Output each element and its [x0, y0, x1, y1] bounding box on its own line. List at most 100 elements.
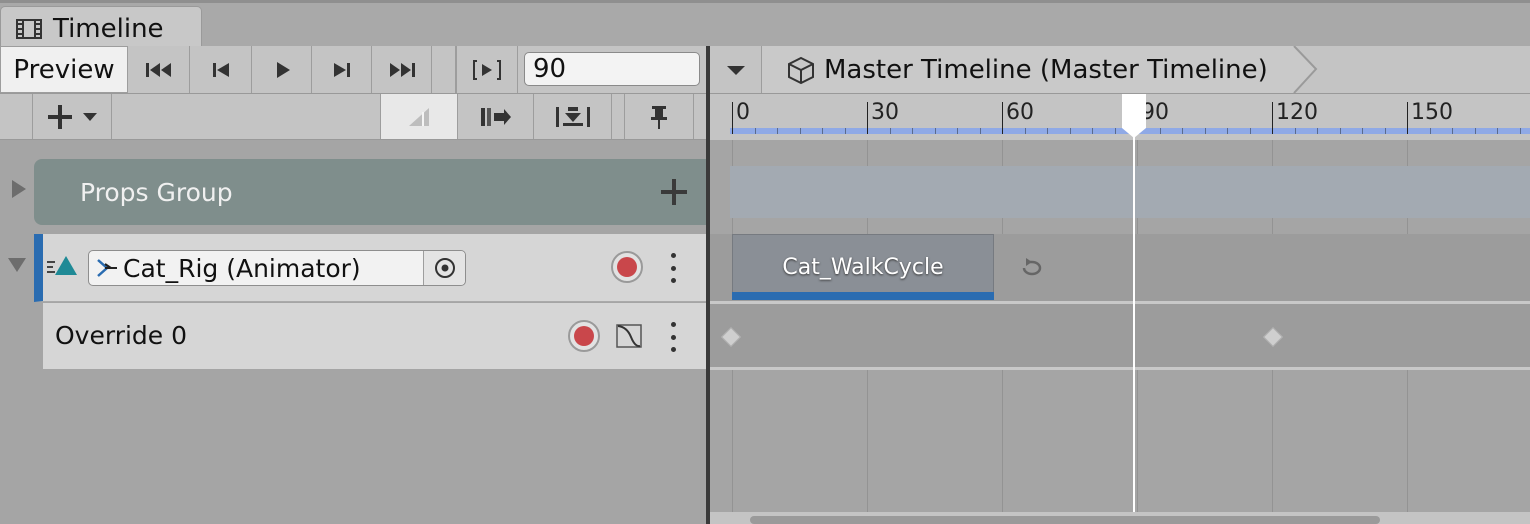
ruler-minor-tick — [777, 128, 778, 134]
record-icon — [617, 257, 637, 277]
keyframe-marker[interactable] — [1263, 327, 1283, 347]
ruler-minor-tick — [979, 128, 981, 134]
add-track-button[interactable] — [32, 94, 112, 139]
track-toolbar — [0, 94, 706, 140]
ruler-minor-tick — [844, 128, 846, 134]
left-footer — [0, 512, 706, 524]
ripple-mode-button[interactable] — [458, 94, 534, 139]
toolbar-spacer — [432, 46, 456, 93]
chevron-down-icon — [726, 65, 745, 75]
track-header-animation[interactable]: Cat_Rig (Animator) — [34, 234, 706, 302]
ruler-minor-tick — [1047, 128, 1048, 134]
animator-icon — [97, 259, 117, 277]
playhead-line — [1133, 94, 1135, 512]
ruler-minor-tick — [1227, 128, 1228, 134]
ripple-icon — [480, 107, 511, 126]
time-ruler[interactable]: 0 30 60 90 120 150 — [710, 94, 1530, 140]
play-range-button[interactable] — [456, 46, 518, 93]
go-to-end-button[interactable] — [372, 46, 432, 93]
ruler-minor-tick — [957, 128, 958, 134]
override-menu-kebab-icon[interactable] — [668, 322, 678, 352]
sequence-dropdown[interactable] — [710, 46, 762, 93]
insert-mode-button[interactable] — [534, 94, 612, 139]
ruler-minor-tick — [1497, 128, 1498, 134]
curves-icon[interactable] — [615, 323, 643, 349]
previous-frame-icon — [212, 62, 229, 77]
ruler-minor-tick — [1362, 128, 1363, 134]
ruler-minor-tick — [1114, 128, 1116, 134]
ruler-minor-tick — [1474, 128, 1476, 134]
ruler-minor-tick — [1204, 128, 1206, 134]
binding-label: Cat_Rig (Animator) — [123, 253, 361, 283]
breadcrumb-bar: Master Timeline (Master Timeline) — [710, 46, 1530, 94]
ruler-minor-tick — [1024, 128, 1026, 134]
timeline-window: Timeline Preview 90 Master Timeline (Mas… — [0, 0, 1530, 524]
record-button[interactable] — [611, 251, 643, 283]
pin-icon — [651, 105, 667, 129]
ruler-minor-tick — [1339, 128, 1341, 134]
breadcrumb[interactable]: Master Timeline (Master Timeline) — [762, 46, 1296, 93]
ruler-minor-tick — [822, 128, 823, 134]
snap-toggle[interactable] — [380, 94, 458, 139]
plus-icon[interactable] — [658, 176, 690, 208]
next-frame-button[interactable] — [312, 46, 372, 93]
chevron-down-icon — [83, 112, 97, 121]
override-label: Override 0 — [55, 321, 188, 350]
tab-timeline[interactable]: Timeline — [0, 6, 202, 50]
track-header-override[interactable]: Override 0 — [43, 303, 706, 369]
ruler-minor-tick — [1294, 128, 1296, 134]
target-icon — [434, 258, 455, 278]
play-button[interactable] — [252, 46, 312, 93]
group-content-strip — [730, 166, 1530, 218]
ruler-minor-tick — [912, 128, 913, 134]
preview-button[interactable]: Preview — [0, 46, 128, 93]
animation-clip[interactable]: Cat_WalkCycle — [732, 234, 994, 300]
next-frame-icon — [333, 62, 350, 77]
ruler-minor-tick — [1159, 128, 1161, 134]
go-to-start-button[interactable] — [128, 46, 190, 93]
expand-arrow-icon[interactable] — [8, 178, 30, 200]
playhead-handle[interactable] — [1121, 94, 1147, 140]
ruler-tick-label: 120 — [1276, 100, 1318, 125]
go-to-start-icon — [145, 62, 171, 77]
current-frame-field[interactable]: 90 — [524, 52, 700, 86]
track-binding-field[interactable]: Cat_Rig (Animator) — [88, 250, 466, 286]
ruler-major-tick — [1407, 102, 1408, 134]
ruler-minor-tick — [1069, 128, 1071, 134]
collapse-arrow-icon[interactable] — [6, 254, 28, 276]
override-record-button[interactable] — [568, 320, 600, 352]
breadcrumb-label: Master Timeline (Master Timeline) — [824, 54, 1268, 85]
ruler-tick-label: 150 — [1411, 100, 1453, 125]
scrollbar-thumb[interactable] — [750, 516, 1380, 524]
ruler-tick-label: 30 — [871, 100, 899, 125]
ruler-major-tick — [1002, 102, 1003, 134]
ruler-minor-tick — [1317, 128, 1318, 134]
ruler-minor-tick — [1182, 128, 1183, 134]
clip-selection-bar — [732, 292, 994, 300]
plus-icon — [48, 104, 72, 129]
go-to-end-icon — [389, 62, 415, 77]
override-track-lane[interactable] — [710, 304, 1530, 370]
horizontal-scrollbar[interactable] — [710, 512, 1530, 524]
play-icon — [276, 61, 290, 78]
tab-strip: Timeline — [0, 0, 1530, 50]
keyframe-marker[interactable] — [721, 327, 741, 347]
ruler-minor-tick — [799, 128, 801, 134]
ruler-minor-tick — [1092, 128, 1093, 134]
insert-icon — [555, 106, 590, 127]
ruler-tick-label: 0 — [736, 100, 750, 125]
film-icon — [16, 18, 42, 39]
pin-button[interactable] — [624, 94, 694, 139]
object-picker-button[interactable] — [423, 251, 465, 285]
track-menu-kebab-icon[interactable] — [668, 253, 678, 283]
record-icon — [574, 326, 594, 346]
track-group-props[interactable]: Props Group — [34, 159, 706, 225]
ruler-minor-tick — [1429, 128, 1431, 134]
clip-area[interactable]: Cat_WalkCycle — [710, 140, 1530, 512]
previous-frame-button[interactable] — [190, 46, 252, 93]
ruler-minor-tick — [934, 128, 936, 134]
play-range-icon — [473, 59, 501, 80]
playback-toolbar: Preview 90 — [0, 46, 706, 94]
ruler-major-tick — [732, 102, 733, 134]
ruler-minor-tick — [889, 128, 891, 134]
